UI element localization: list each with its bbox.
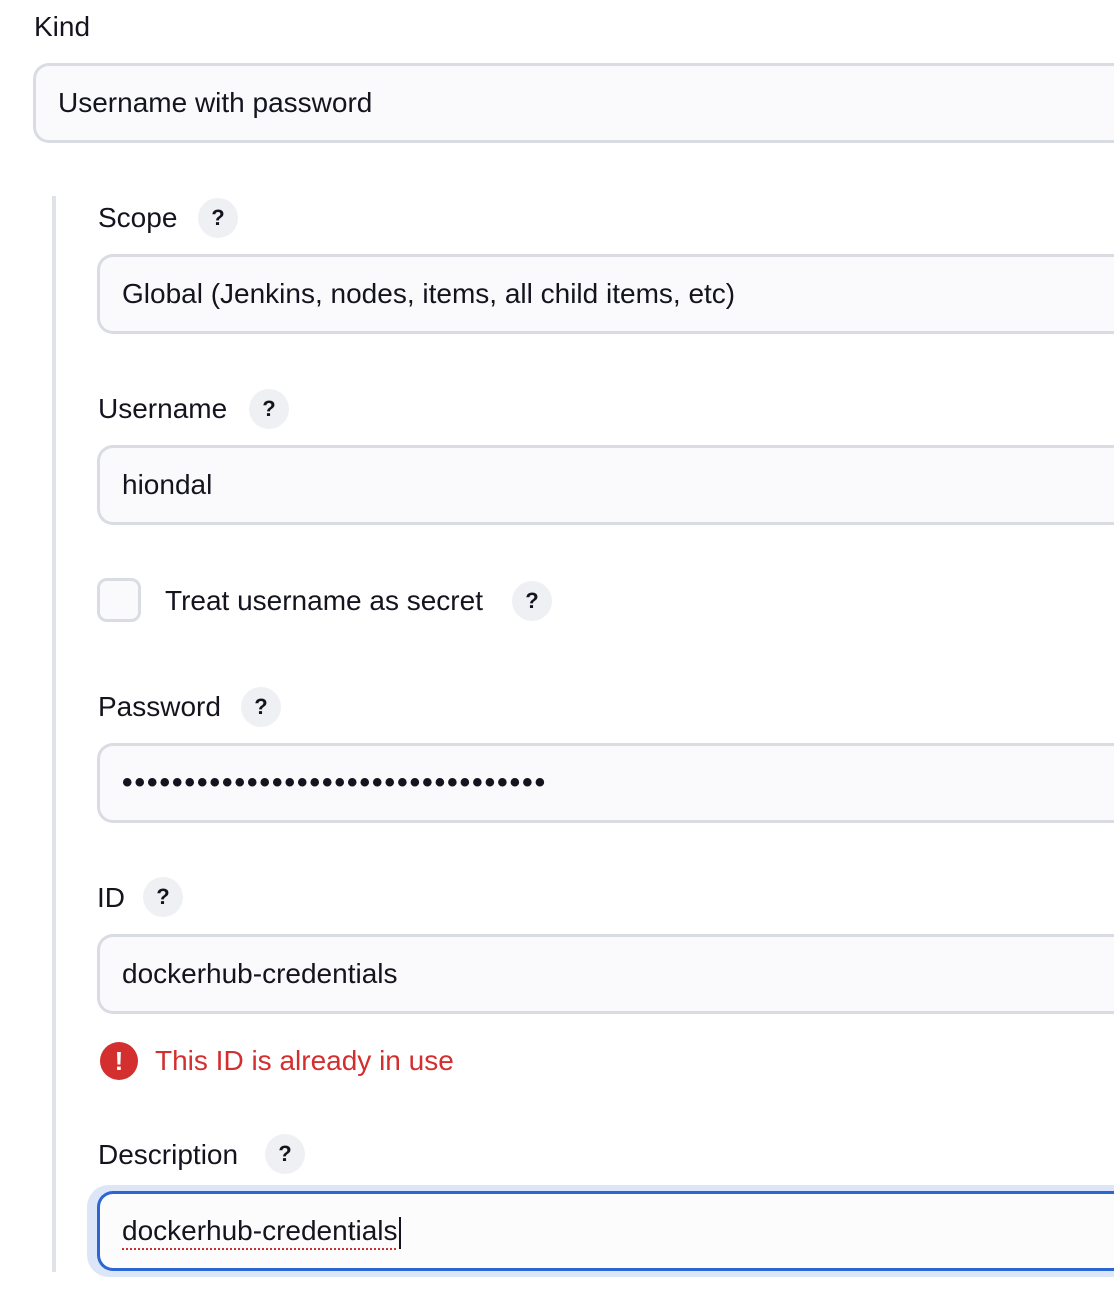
error-icon: ! <box>100 1042 138 1080</box>
password-masked-value: •••••••••••••••••••••••••••••••••• <box>122 766 548 799</box>
username-help-icon[interactable]: ? <box>249 389 289 429</box>
description-value: dockerhub-credentials <box>122 1215 398 1246</box>
treat-secret-help-icon[interactable]: ? <box>512 581 552 621</box>
id-input[interactable]: dockerhub-credentials <box>97 934 1114 1014</box>
scope-help-icon[interactable]: ? <box>198 198 238 238</box>
description-label: Description <box>98 1139 239 1170</box>
scope-label: Scope <box>98 202 178 233</box>
username-input[interactable]: hiondal <box>97 445 1114 525</box>
password-help-icon[interactable]: ? <box>241 687 281 727</box>
treat-username-secret-checkbox[interactable] <box>97 578 141 622</box>
password-label: Password <box>98 691 221 722</box>
id-help-icon[interactable]: ? <box>143 877 183 917</box>
credentials-form: Kind Username with password Scope ? Glob… <box>0 0 1114 1292</box>
id-error-message: This ID is already in use <box>155 1045 454 1076</box>
treat-username-secret-label[interactable]: Treat username as secret <box>165 584 483 618</box>
nested-section-guide <box>52 196 56 1272</box>
description-help-icon[interactable]: ? <box>265 1134 305 1174</box>
description-input[interactable]: dockerhub-credentials <box>97 1191 1114 1271</box>
kind-label: Kind <box>34 11 91 42</box>
id-label: ID <box>97 882 125 913</box>
password-input[interactable]: •••••••••••••••••••••••••••••••••• <box>97 743 1114 823</box>
username-label: Username <box>98 393 228 424</box>
scope-select[interactable]: Global (Jenkins, nodes, items, all child… <box>97 254 1114 334</box>
text-caret <box>398 1216 401 1249</box>
kind-select[interactable]: Username with password <box>33 63 1114 143</box>
